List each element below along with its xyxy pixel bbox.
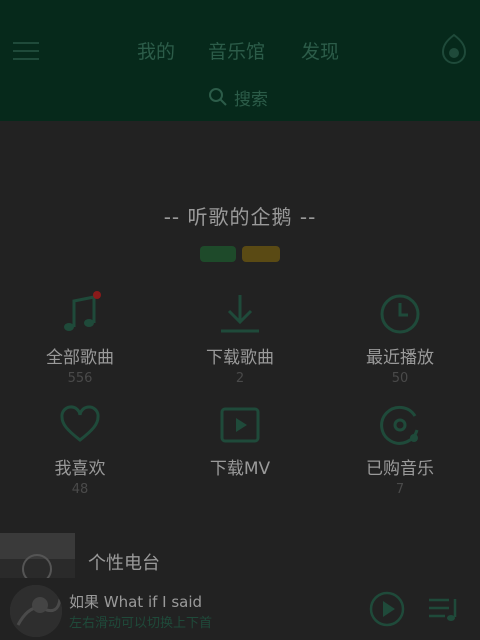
song-title[interactable]: 如果 What if I said [69, 591, 202, 612]
music-note-icon [64, 291, 101, 331]
search-label: 搜索 [234, 89, 268, 110]
grid-favorites[interactable]: 我喜欢 48 [0, 402, 160, 497]
playlist-icon[interactable] [427, 595, 461, 625]
grid-label: 已购音乐 [366, 459, 434, 479]
grid-all-songs[interactable]: 全部歌曲 556 [0, 291, 160, 386]
grid-count: 48 [71, 482, 89, 497]
radio-thumbnail[interactable] [0, 533, 75, 578]
grid-count: 7 [395, 482, 405, 497]
grid-recent-played[interactable]: 最近播放 50 [320, 291, 480, 386]
disc-icon [380, 405, 419, 445]
tab-mine[interactable]: 我的 [137, 37, 175, 64]
search-icon [209, 88, 227, 106]
profile-icon[interactable] [440, 33, 468, 65]
grid-label: 下载MV [209, 459, 271, 479]
grid-label: 我喜欢 [54, 459, 106, 479]
grid-downloaded-songs[interactable]: 下载歌曲 2 [160, 291, 320, 386]
song-hint: 左右滑动可以切换上下首 [69, 616, 213, 631]
grid-purchased-music[interactable]: 已购音乐 7 [320, 402, 480, 497]
grid-label: 下载歌曲 [206, 348, 274, 368]
slogan: -- 听歌的企鹅 -- [163, 205, 317, 229]
vip-badges-icon[interactable] [200, 243, 282, 265]
play-box-icon [220, 407, 260, 443]
grid-downloaded-mv[interactable]: 下载MV [160, 402, 320, 482]
download-icon [221, 295, 259, 333]
grid-count: 2 [235, 371, 245, 386]
play-button[interactable] [369, 591, 405, 627]
search-bar[interactable]: 搜索 [208, 86, 268, 110]
album-art[interactable] [10, 585, 62, 637]
clock-icon [380, 294, 420, 334]
grid-label: 最近播放 [366, 348, 434, 368]
radio-title[interactable]: 个性电台 [88, 549, 160, 575]
tab-discover[interactable]: 发现 [301, 37, 339, 64]
grid-count: 556 [67, 371, 93, 386]
menu-icon[interactable] [13, 40, 39, 62]
top-header: 我的 音乐馆 发现 搜索 [0, 0, 480, 121]
album-cover-icon [10, 585, 62, 637]
radio-cover-icon [0, 533, 75, 578]
tab-music-hall[interactable]: 音乐馆 [208, 37, 265, 64]
grid-label: 全部歌曲 [46, 348, 114, 368]
grid-count: 50 [391, 371, 409, 386]
heart-icon [60, 405, 100, 442]
